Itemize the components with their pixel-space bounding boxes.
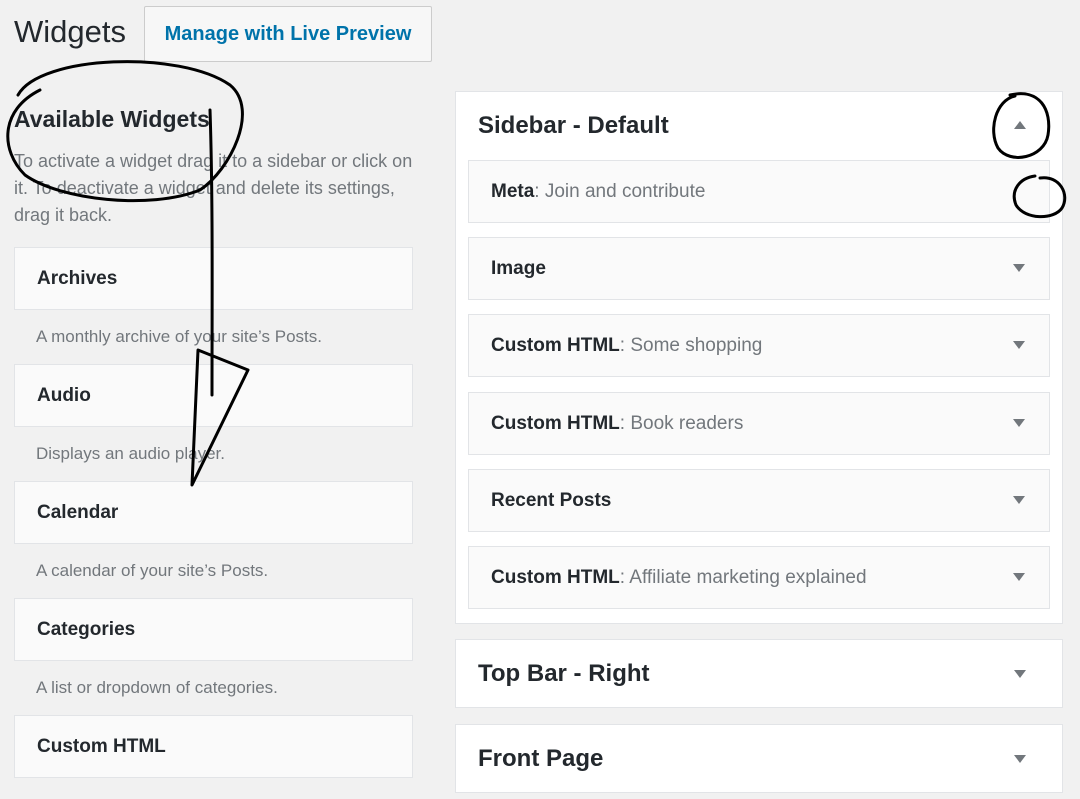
widget-audio[interactable]: Audio <box>14 364 413 427</box>
manage-live-preview-button[interactable]: Manage with Live Preview <box>144 6 432 62</box>
sidebar-widget-custom-html-shopping[interactable]: Custom HTML: Some shopping <box>468 314 1050 377</box>
triangle-down-icon[interactable] <box>1013 496 1025 504</box>
widget-title: Recent Posts <box>491 489 612 511</box>
available-widgets-description: To activate a widget drag it to a sideba… <box>14 151 413 225</box>
triangle-down-icon[interactable] <box>1013 341 1025 349</box>
front-page-panel[interactable]: Front Page <box>455 724 1063 793</box>
sidebar-widget-custom-html-affiliate[interactable]: Custom HTML: Affiliate marketing explain… <box>468 546 1050 609</box>
triangle-down-icon[interactable] <box>1013 573 1025 581</box>
sidebar-default-title[interactable]: Sidebar - Default <box>478 112 669 140</box>
triangle-down-icon[interactable] <box>1014 755 1026 763</box>
triangle-down-icon[interactable] <box>1014 670 1026 678</box>
widget-title: Custom HTML <box>491 334 620 356</box>
widget-calendar-description: A calendar of your site’s Posts. <box>36 561 269 580</box>
page-title: Widgets <box>14 14 126 49</box>
widget-subtitle: : Join and contribute <box>534 180 706 202</box>
widget-subtitle: : Book readers <box>619 412 744 434</box>
triangle-up-icon[interactable] <box>1014 121 1026 129</box>
widget-title: Meta <box>491 180 535 202</box>
sidebar-widget-image[interactable]: Image <box>468 237 1050 300</box>
triangle-down-icon[interactable] <box>1013 264 1025 272</box>
widget-archives[interactable]: Archives <box>14 247 413 310</box>
front-page-title: Front Page <box>478 745 604 772</box>
widget-title: Custom HTML <box>491 412 620 434</box>
top-bar-right-panel[interactable]: Top Bar - Right <box>455 639 1063 708</box>
widget-subtitle: : Some shopping <box>619 334 763 356</box>
sidebar-widget-custom-html-book-readers[interactable]: Custom HTML: Book readers <box>468 392 1050 455</box>
widget-archives-description: A monthly archive of your site’s Posts. <box>36 327 322 346</box>
sidebar-widget-recent-posts[interactable]: Recent Posts <box>468 469 1050 532</box>
triangle-down-icon[interactable] <box>1013 419 1025 427</box>
widget-title: Custom HTML <box>491 566 620 588</box>
widget-categories-description: A list or dropdown of categories. <box>36 678 278 697</box>
widget-calendar[interactable]: Calendar <box>14 481 413 544</box>
widget-custom-html[interactable]: Custom HTML <box>14 715 413 778</box>
top-bar-right-title: Top Bar - Right <box>478 660 650 687</box>
available-widgets-title: Available Widgets <box>14 106 210 132</box>
widget-title: Image <box>491 257 546 279</box>
sidebar-default-panel: Sidebar - Default Meta: Join and contrib… <box>455 91 1063 624</box>
widget-subtitle: : Affiliate marketing explained <box>619 566 867 588</box>
widget-categories[interactable]: Categories <box>14 598 413 661</box>
widget-audio-description: Displays an audio player. <box>36 444 226 463</box>
sidebar-widget-meta[interactable]: Meta: Join and contribute <box>468 160 1050 223</box>
